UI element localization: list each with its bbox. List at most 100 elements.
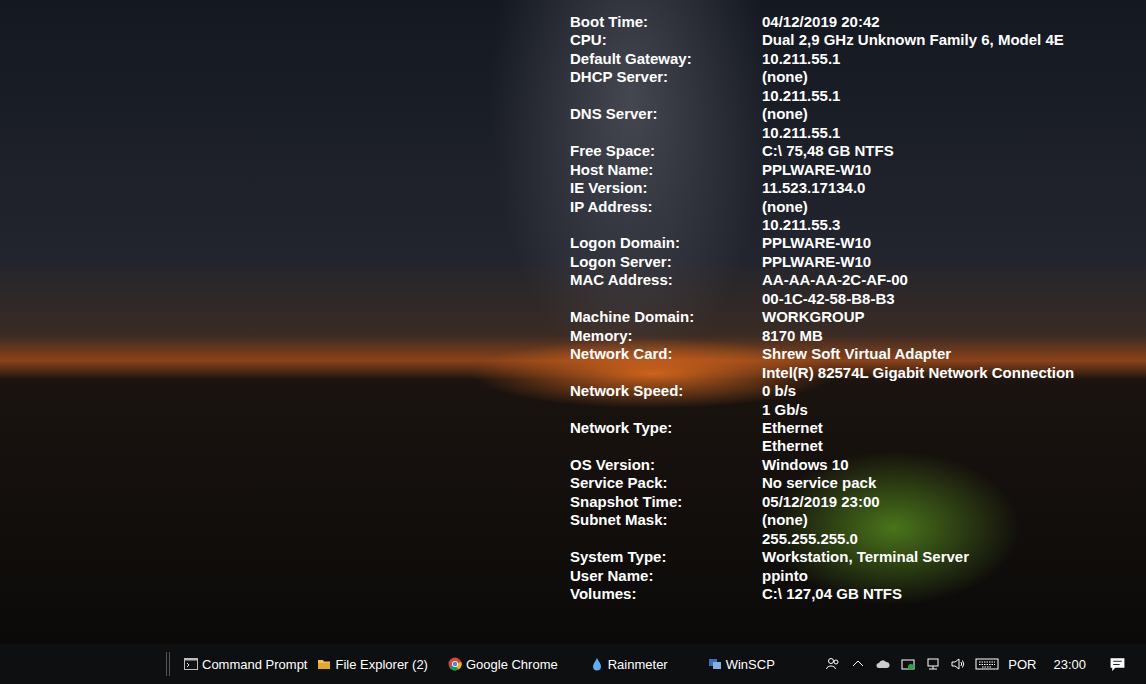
- keyboard-icon[interactable]: [975, 656, 999, 672]
- info-label: Boot Time:: [570, 13, 762, 31]
- taskbar-separator: [166, 652, 170, 676]
- info-value: WORKGROUP: [762, 308, 1146, 326]
- info-values: 8170 MB: [762, 327, 1146, 345]
- taskbar-app[interactable]: WinSCP: [706, 644, 783, 684]
- chrome-icon: [448, 657, 462, 671]
- info-value: 0 b/s: [762, 382, 1146, 400]
- info-label: Logon Domain:: [570, 234, 762, 252]
- info-value: C:\ 127,04 GB NTFS: [762, 585, 1146, 603]
- info-label: DNS Server:: [570, 105, 762, 142]
- info-label: Network Speed:: [570, 382, 762, 419]
- info-label: Network Type:: [570, 419, 762, 456]
- info-value: 1 Gb/s: [762, 401, 1146, 419]
- info-value: Windows 10: [762, 456, 1146, 474]
- info-label: System Type:: [570, 548, 762, 566]
- info-values: PPLWARE-W10: [762, 253, 1146, 271]
- info-value: (none): [762, 511, 1146, 529]
- info-values: Dual 2,9 GHz Unknown Family 6, Model 4E: [762, 31, 1146, 49]
- action-center-icon[interactable]: [1109, 656, 1126, 673]
- info-values: C:\ 75,48 GB NTFS: [762, 142, 1146, 160]
- taskbar-app[interactable]: Rainmeter: [588, 644, 676, 684]
- info-values: 04/12/2019 20:42: [762, 13, 1146, 31]
- info-value: ppinto: [762, 567, 1146, 585]
- info-values: Shrew Soft Virtual AdapterIntel(R) 82574…: [762, 345, 1146, 382]
- taskbar-app[interactable]: Command Prompt: [182, 644, 315, 684]
- info-values: 11.523.17134.0: [762, 179, 1146, 197]
- info-values: 0 b/s1 Gb/s: [762, 382, 1146, 419]
- info-value: (none): [762, 198, 1146, 216]
- info-values: (none)255.255.255.0: [762, 511, 1146, 548]
- info-label: CPU:: [570, 31, 762, 49]
- info-value: 11.523.17134.0: [762, 179, 1146, 197]
- info-value: AA-AA-AA-2C-AF-00: [762, 271, 1146, 289]
- info-values: 10.211.55.1: [762, 50, 1146, 68]
- info-values: PPLWARE-W10: [762, 161, 1146, 179]
- info-values: 05/12/2019 23:00: [762, 493, 1146, 511]
- info-value: 10.211.55.3: [762, 216, 1146, 234]
- info-values: PPLWARE-W10: [762, 234, 1146, 252]
- winscp-icon: [708, 657, 722, 671]
- vpn-icon[interactable]: [900, 656, 916, 672]
- info-value: C:\ 75,48 GB NTFS: [762, 142, 1146, 160]
- info-label: IP Address:: [570, 198, 762, 235]
- info-value: Intel(R) 82574L Gigabit Network Connecti…: [762, 364, 1146, 382]
- info-label: OS Version:: [570, 456, 762, 474]
- people-icon[interactable]: [825, 656, 841, 672]
- info-label: Memory:: [570, 327, 762, 345]
- info-value: 255.255.255.0: [762, 530, 1146, 548]
- info-label: MAC Address:: [570, 271, 762, 308]
- info-label: Host Name:: [570, 161, 762, 179]
- info-label: Network Card:: [570, 345, 762, 382]
- network-icon[interactable]: [925, 656, 941, 672]
- info-values: C:\ 127,04 GB NTFS: [762, 585, 1146, 603]
- info-value: Workstation, Terminal Server: [762, 548, 1146, 566]
- info-value: No service pack: [762, 474, 1146, 492]
- folder-icon: [317, 657, 331, 671]
- info-value: 00-1C-42-58-B8-B3: [762, 290, 1146, 308]
- info-label: User Name:: [570, 567, 762, 585]
- info-values: Workstation, Terminal Server: [762, 548, 1146, 566]
- info-label: DHCP Server:: [570, 68, 762, 105]
- info-label: Volumes:: [570, 585, 762, 603]
- info-values: AA-AA-AA-2C-AF-0000-1C-42-58-B8-B3: [762, 271, 1146, 308]
- info-value: Ethernet: [762, 437, 1146, 455]
- info-value: 10.211.55.1: [762, 124, 1146, 142]
- info-value: Dual 2,9 GHz Unknown Family 6, Model 4E: [762, 31, 1146, 49]
- info-value: PPLWARE-W10: [762, 253, 1146, 271]
- info-value: Ethernet: [762, 419, 1146, 437]
- clock[interactable]: 23:00: [1053, 657, 1086, 672]
- desktop-screen: Boot Time:04/12/2019 20:42CPU:Dual 2,9 G…: [0, 0, 1146, 684]
- info-values: (none)10.211.55.3: [762, 198, 1146, 235]
- system-tray: POR 23:00: [825, 656, 1146, 673]
- taskbar-app[interactable]: File Explorer (2): [315, 644, 435, 684]
- command-prompt-icon: [184, 657, 198, 671]
- system-info-panel: Boot Time:04/12/2019 20:42CPU:Dual 2,9 G…: [570, 13, 1146, 604]
- info-value: 04/12/2019 20:42: [762, 13, 1146, 31]
- info-value: (none): [762, 105, 1146, 123]
- taskbar: Command PromptFile Explorer (2) Google Ch…: [0, 644, 1146, 684]
- cloud-icon[interactable]: [875, 656, 891, 672]
- info-value: Shrew Soft Virtual Adapter: [762, 345, 1146, 363]
- info-label: Snapshot Time:: [570, 493, 762, 511]
- info-value: 10.211.55.1: [762, 87, 1146, 105]
- info-label: IE Version:: [570, 179, 762, 197]
- info-values: (none)10.211.55.1: [762, 68, 1146, 105]
- info-values: No service pack: [762, 474, 1146, 492]
- taskbar-app[interactable]: Google Chrome: [446, 644, 566, 684]
- volume-icon[interactable]: [950, 656, 966, 672]
- desktop-wallpaper: Boot Time:04/12/2019 20:42CPU:Dual 2,9 G…: [0, 0, 1146, 644]
- info-value: 05/12/2019 23:00: [762, 493, 1146, 511]
- info-value: PPLWARE-W10: [762, 161, 1146, 179]
- input-language[interactable]: POR: [1008, 657, 1036, 672]
- info-values: ppinto: [762, 567, 1146, 585]
- rainmeter-drop-icon: [590, 657, 604, 671]
- info-label: Service Pack:: [570, 474, 762, 492]
- info-label: Subnet Mask:: [570, 511, 762, 548]
- info-label: Free Space:: [570, 142, 762, 160]
- show-hidden-icons-icon[interactable]: [850, 656, 866, 672]
- info-label: Machine Domain:: [570, 308, 762, 326]
- info-value: 8170 MB: [762, 327, 1146, 345]
- info-label: Default Gateway:: [570, 50, 762, 68]
- info-values: EthernetEthernet: [762, 419, 1146, 456]
- info-label: Logon Server:: [570, 253, 762, 271]
